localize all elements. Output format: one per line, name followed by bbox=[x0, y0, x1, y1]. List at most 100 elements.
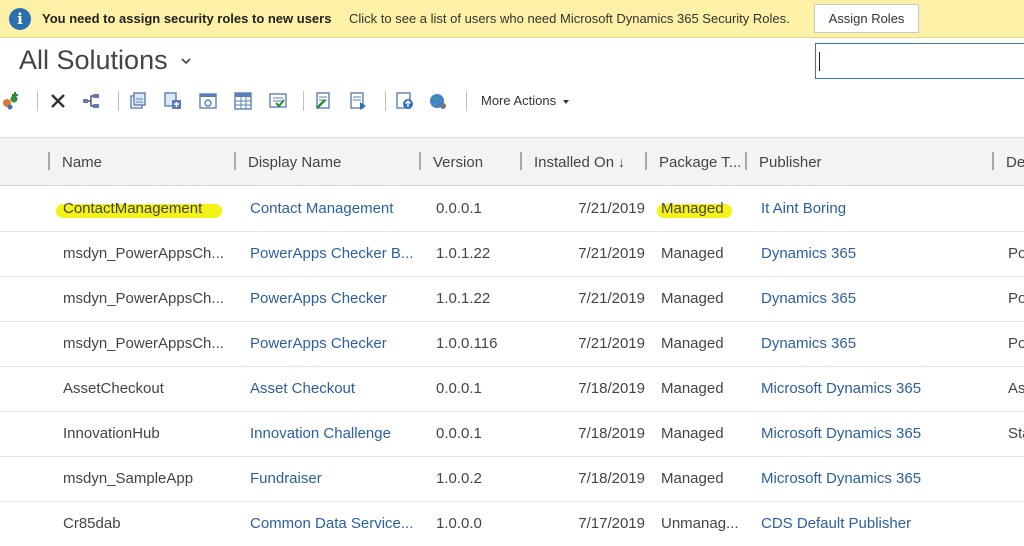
cell-installed-on: 7/18/2019 bbox=[578, 425, 645, 442]
cell-publisher[interactable]: Microsoft Dynamics 365 bbox=[761, 380, 989, 397]
web-resources-icon[interactable] bbox=[428, 91, 448, 111]
export-icon[interactable] bbox=[128, 91, 148, 111]
table-row[interactable]: msdyn_PowerAppsCh... PowerApps Checker B.… bbox=[0, 232, 1024, 277]
column-header-installed-on[interactable]: Installed On ↓ bbox=[534, 154, 625, 171]
column-header-version[interactable]: Version bbox=[433, 154, 483, 171]
upgrade-icon[interactable] bbox=[348, 91, 368, 111]
cell-publisher[interactable]: Microsoft Dynamics 365 bbox=[761, 425, 989, 442]
cell-package-type: Unmanag... bbox=[661, 515, 739, 532]
cell-display-name[interactable]: Asset Checkout bbox=[250, 380, 416, 397]
cell-version: 0.0.0.1 bbox=[436, 425, 482, 442]
toolbar-separator bbox=[385, 91, 386, 111]
cell-name: Cr85dab bbox=[63, 515, 121, 532]
delete-icon[interactable] bbox=[48, 91, 68, 111]
cell-display-name[interactable]: Innovation Challenge bbox=[250, 425, 416, 442]
show-dependencies-icon[interactable] bbox=[81, 91, 101, 111]
sort-descending-icon: ↓ bbox=[618, 154, 626, 170]
column-divider[interactable] bbox=[645, 152, 647, 170]
notification-title[interactable]: You need to assign security roles to new… bbox=[42, 11, 331, 26]
column-divider[interactable] bbox=[745, 152, 747, 170]
search-input[interactable] bbox=[815, 43, 1024, 79]
cell-version: 0.0.0.1 bbox=[436, 380, 482, 397]
toolbar-separator bbox=[118, 91, 119, 111]
cell-version: 1.0.1.22 bbox=[436, 245, 491, 262]
cell-description: Po bbox=[1008, 245, 1024, 262]
cell-version: 1.0.0.116 bbox=[436, 335, 498, 352]
cell-display-name[interactable]: Fundraiser bbox=[250, 470, 416, 487]
table-row[interactable]: Cr85dab Common Data Service... 1.0.0.0 7/17… bbox=[0, 502, 1024, 546]
column-header-publisher[interactable]: Publisher bbox=[759, 154, 822, 171]
column-header-display-name[interactable]: Display Name bbox=[248, 154, 341, 171]
cell-package-type: Managed bbox=[661, 470, 724, 487]
cell-name: msdyn_PowerAppsCh... bbox=[63, 290, 224, 307]
table-row[interactable]: msdyn_PowerAppsCh... PowerApps Checker 1.0… bbox=[0, 322, 1024, 367]
cell-package-type: Managed bbox=[661, 245, 724, 262]
cell-publisher[interactable]: It Aint Boring bbox=[761, 200, 989, 217]
cell-installed-on: 7/21/2019 bbox=[578, 290, 645, 307]
cell-publisher[interactable]: Dynamics 365 bbox=[761, 245, 989, 262]
cell-version: 1.0.0.2 bbox=[436, 470, 482, 487]
cell-description: Po bbox=[1008, 335, 1024, 352]
clone-icon[interactable] bbox=[268, 91, 288, 111]
column-divider[interactable] bbox=[48, 152, 50, 170]
cell-publisher[interactable]: Microsoft Dynamics 365 bbox=[761, 470, 989, 487]
view-selector-title[interactable]: All Solutions bbox=[19, 45, 168, 76]
column-header-installed-on-label: Installed On bbox=[534, 154, 615, 171]
cell-installed-on: 7/21/2019 bbox=[578, 200, 645, 217]
more-actions-label: More Actions bbox=[481, 93, 557, 108]
import-icon[interactable] bbox=[163, 91, 183, 111]
cell-name: msdyn_SampleApp bbox=[63, 470, 194, 487]
cell-description: Po bbox=[1008, 290, 1024, 307]
cell-installed-on: 7/18/2019 bbox=[578, 380, 645, 397]
more-actions-menu[interactable]: More Actions bbox=[481, 93, 570, 108]
cell-description: As bbox=[1008, 380, 1024, 397]
column-header-package-type[interactable]: Package T... bbox=[659, 154, 741, 171]
table-row[interactable]: msdyn_SampleApp Fundraiser 1.0.0.2 7/18/201… bbox=[0, 457, 1024, 502]
toolbar-separator bbox=[303, 91, 304, 111]
notification-message[interactable]: Click to see a list of users who need Mi… bbox=[349, 11, 790, 26]
cell-display-name[interactable]: Contact Management bbox=[250, 200, 416, 217]
command-toolbar: More Actions bbox=[0, 88, 1024, 114]
table-row[interactable]: InnovationHub Innovation Challenge 0.0.0.1… bbox=[0, 412, 1024, 457]
table-row[interactable]: AssetCheckout Asset Checkout 0.0.0.1 7/18/2… bbox=[0, 367, 1024, 412]
column-divider[interactable] bbox=[419, 152, 421, 170]
toolbar-separator bbox=[466, 91, 467, 111]
column-divider[interactable] bbox=[520, 152, 522, 170]
cell-package-type: Managed bbox=[661, 290, 724, 307]
cell-description: Sta bbox=[1008, 425, 1024, 442]
cell-version: 1.0.0.0 bbox=[436, 515, 482, 532]
cell-display-name[interactable]: PowerApps Checker bbox=[250, 335, 416, 352]
cell-name: msdyn_PowerAppsCh... bbox=[63, 245, 224, 262]
cell-installed-on: 7/17/2019 bbox=[578, 515, 645, 532]
cell-display-name[interactable]: PowerApps Checker bbox=[250, 290, 416, 307]
solution-table-icon[interactable] bbox=[233, 91, 253, 111]
table-row[interactable]: ContactManagement Contact Management 0.0.0… bbox=[0, 187, 1024, 232]
cell-installed-on: 7/18/2019 bbox=[578, 470, 645, 487]
column-header-description[interactable]: De bbox=[1006, 154, 1024, 171]
caret-down-icon bbox=[563, 99, 570, 104]
cell-display-name[interactable]: PowerApps Checker B... bbox=[250, 245, 416, 262]
column-divider[interactable] bbox=[234, 152, 236, 170]
toolbar-separator bbox=[37, 91, 38, 111]
cell-version: 0.0.0.1 bbox=[436, 200, 482, 217]
cell-installed-on: 7/21/2019 bbox=[578, 335, 645, 352]
column-divider[interactable] bbox=[992, 152, 994, 170]
apply-patch-icon[interactable] bbox=[313, 91, 333, 111]
publish-icon[interactable] bbox=[198, 91, 218, 111]
assign-roles-button[interactable]: Assign Roles bbox=[814, 4, 919, 33]
cell-package-type: Managed bbox=[661, 335, 724, 352]
table-row[interactable]: msdyn_PowerAppsCh... PowerApps Checker 1.0… bbox=[0, 277, 1024, 322]
cell-publisher[interactable]: CDS Default Publisher bbox=[761, 515, 989, 532]
cell-package-type: Managed bbox=[661, 425, 724, 442]
cell-name: ContactManagement bbox=[63, 200, 203, 217]
notification-bar[interactable]: i You need to assign security roles to n… bbox=[0, 0, 1024, 38]
cell-package-type: Managed bbox=[661, 380, 724, 397]
cell-version: 1.0.1.22 bbox=[436, 290, 491, 307]
import-package-icon[interactable] bbox=[395, 91, 415, 111]
new-solution-icon[interactable] bbox=[1, 91, 21, 111]
cell-publisher[interactable]: Dynamics 365 bbox=[761, 335, 989, 352]
cell-publisher[interactable]: Dynamics 365 bbox=[761, 290, 989, 307]
column-header-name[interactable]: Name bbox=[62, 154, 102, 171]
cell-display-name[interactable]: Common Data Service... bbox=[250, 515, 416, 532]
chevron-down-icon[interactable] bbox=[180, 56, 192, 66]
